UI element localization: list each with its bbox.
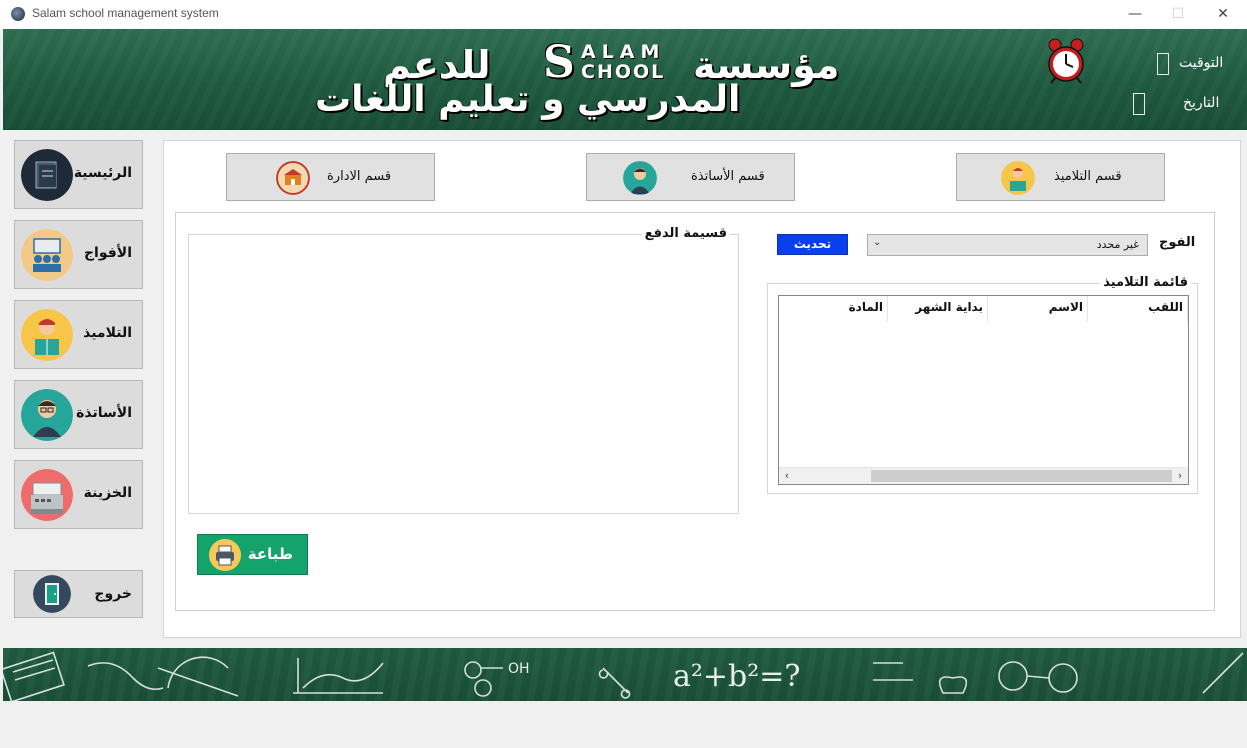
svg-text:a²+b²=?: a²+b²=? <box>673 659 801 694</box>
print-button[interactable]: طباعة <box>197 534 308 575</box>
app-window: Salam school management system — ☐ ✕ S A… <box>0 0 1247 748</box>
chevron-down-icon: ⌄ <box>873 237 882 248</box>
students-list-title: قائمة التلاميذ <box>1100 275 1191 290</box>
banner-line2: المدرسي و تعليم اللغات <box>315 79 741 120</box>
sidebar: الرئيسية الأفواج التلاميذ الأساتذة الخزي… <box>0 130 162 648</box>
window-title: Salam school management system <box>32 6 219 20</box>
sidebar-item-students[interactable]: التلاميذ <box>14 300 143 369</box>
student-icon <box>21 309 73 361</box>
column-header-surname[interactable]: اللقب <box>1088 296 1188 322</box>
sidebar-item-home[interactable]: الرئيسية <box>14 140 143 209</box>
payment-slip-group: قسيمة الدفع <box>188 226 739 514</box>
scroll-right-icon[interactable]: › <box>1172 468 1188 484</box>
group-icon <box>21 229 73 281</box>
print-label: طباعة <box>247 545 293 563</box>
brand-top-text: ALAM <box>581 41 666 63</box>
column-header-subject[interactable]: المادة <box>788 296 888 322</box>
admin-section-button[interactable]: قسم الادارة <box>226 153 435 201</box>
sidebar-item-label: الرئيسية <box>73 165 132 181</box>
teachers-section-button[interactable]: قسم الأساتذة <box>586 153 795 201</box>
student-icon <box>1001 161 1035 195</box>
admin-section-label: قسم الادارة <box>327 169 392 184</box>
teacher-icon <box>623 161 657 195</box>
alarm-clock-icon <box>1048 38 1084 84</box>
logo-book-icon <box>21 149 73 201</box>
close-button[interactable]: ✕ <box>1209 4 1237 24</box>
teachers-section-label: قسم الأساتذة <box>691 169 765 184</box>
column-header-name[interactable]: الاسم <box>988 296 1088 322</box>
students-section-label: قسم التلاميذ <box>1054 169 1122 184</box>
sidebar-item-label: التلاميذ <box>83 325 132 341</box>
footer-banner: OH a²+b²=? <box>3 648 1247 701</box>
maximize-button[interactable]: ☐ <box>1164 4 1192 24</box>
sidebar-item-groups[interactable]: الأفواج <box>14 220 143 289</box>
refresh-button[interactable]: تحديث <box>777 234 848 255</box>
exit-door-icon <box>33 575 71 613</box>
svg-text:OH: OH <box>508 661 530 677</box>
column-header-month-start[interactable]: بداية الشهر <box>888 296 988 322</box>
sidebar-item-label: الخزينة <box>83 485 132 501</box>
students-list[interactable]: اللقب الاسم بداية الشهر المادة ‹ › <box>778 295 1189 485</box>
students-section-button[interactable]: قسم التلاميذ <box>956 153 1165 201</box>
app-logo-icon <box>11 7 25 21</box>
time-display <box>1157 53 1169 75</box>
chalkboard-doodles-icon: OH a²+b²=? <box>3 651 1244 701</box>
header-banner: S ALAM CHOOL للدعم مؤسسة المدرسي و تعليم… <box>3 29 1247 130</box>
date-label: التاريخ <box>1183 95 1220 111</box>
group-select-value: غير محدد <box>1096 238 1139 251</box>
school-building-icon <box>276 161 310 195</box>
sidebar-item-treasury[interactable]: الخزينة <box>14 460 143 529</box>
time-label: التوقيت <box>1179 55 1224 71</box>
payment-slip-title: قسيمة الدفع <box>641 226 730 241</box>
students-list-group: قائمة التلاميذ اللقب الاسم بداية الشهر ا… <box>767 275 1198 494</box>
list-header: اللقب الاسم بداية الشهر المادة <box>779 296 1188 322</box>
content-area: قسيمة الدفع الفوج غير محدد ⌄ تحديث قائمة… <box>175 212 1215 611</box>
status-bar <box>0 701 1247 748</box>
minimize-button[interactable]: — <box>1121 4 1149 24</box>
horizontal-scrollbar[interactable]: ‹ › <box>779 467 1188 484</box>
sidebar-item-teachers[interactable]: الأساتذة <box>14 380 143 449</box>
brand-logo: S ALAM CHOOL <box>543 37 688 88</box>
cash-register-icon <box>21 469 73 521</box>
printer-icon <box>209 539 241 571</box>
sidebar-item-label: الأفواج <box>83 245 132 261</box>
scrollbar-thumb[interactable] <box>871 470 1172 482</box>
exit-label: خروج <box>94 586 132 602</box>
date-display <box>1133 93 1145 115</box>
exit-button[interactable]: خروج <box>14 570 143 618</box>
group-select[interactable]: غير محدد ⌄ <box>867 234 1148 256</box>
sidebar-item-label: الأساتذة <box>76 405 132 421</box>
group-label: الفوج <box>1159 235 1196 250</box>
scroll-left-icon[interactable]: ‹ <box>779 468 795 484</box>
title-bar: Salam school management system — ☐ ✕ <box>0 0 1247 29</box>
main-panel: قسم الادارة قسم الأساتذة قسم التلاميذ قس… <box>163 140 1241 638</box>
teacher-icon <box>21 389 73 441</box>
